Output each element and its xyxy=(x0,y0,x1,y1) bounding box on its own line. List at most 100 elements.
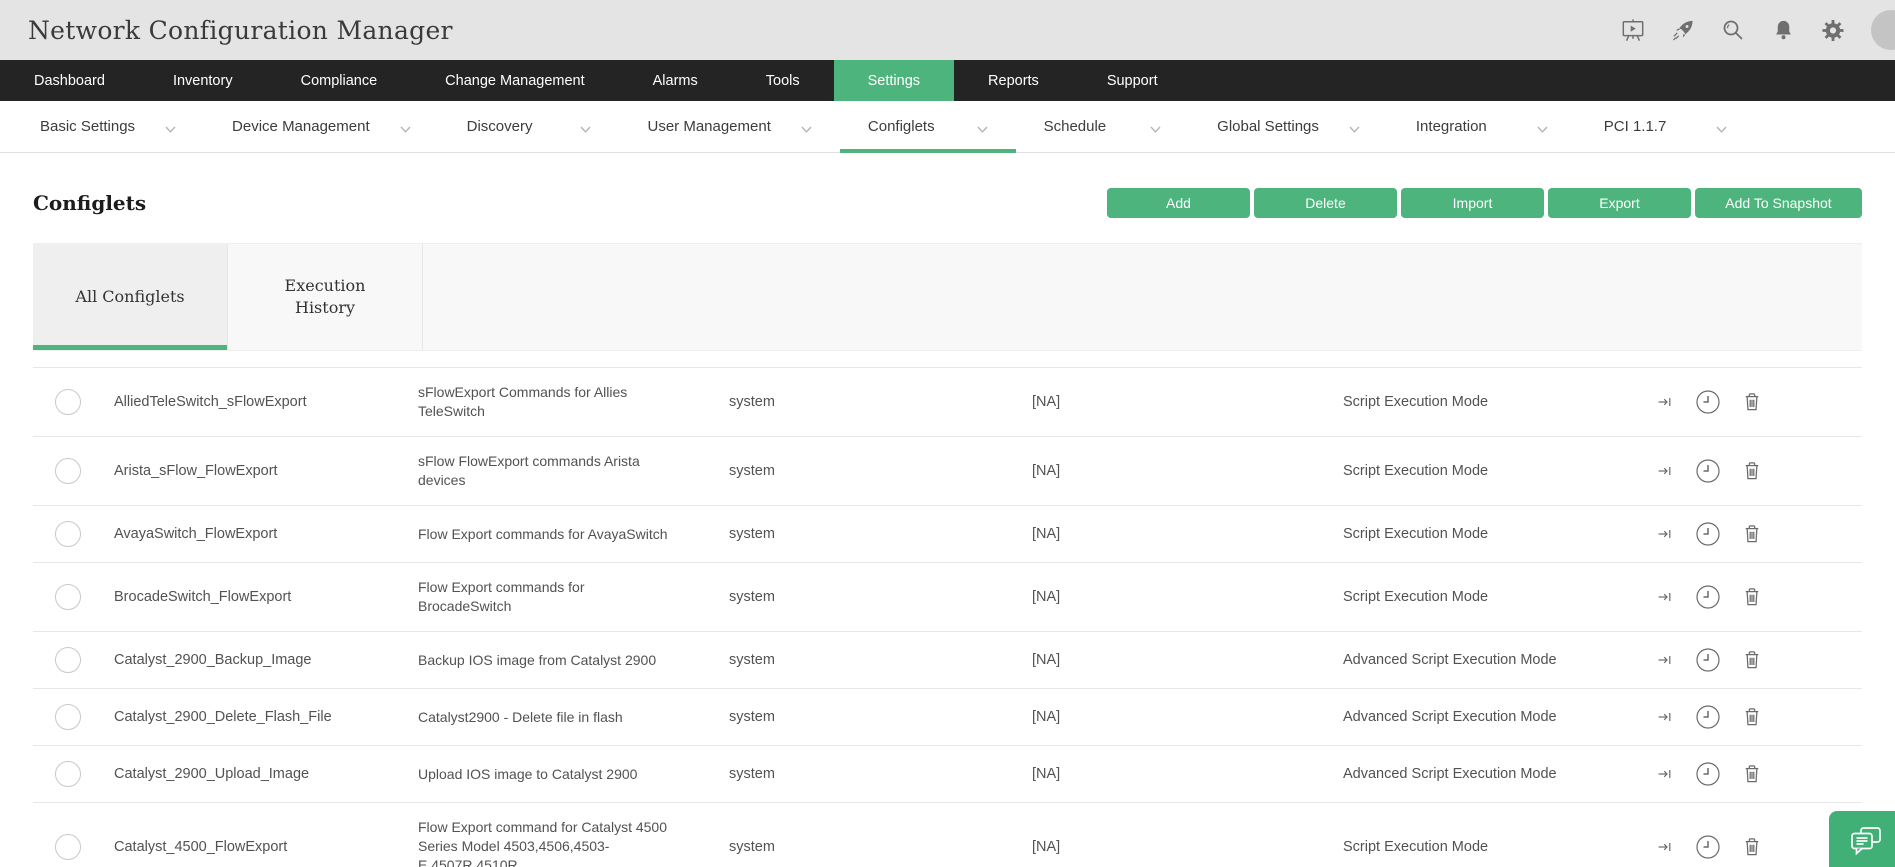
page-content: Configlets Add Delete Import Export Add … xyxy=(0,188,1895,867)
configlet-description: Catalyst2900 - Delete file in flash xyxy=(418,708,670,727)
configlet-name[interactable]: AvayaSwitch_FlowExport xyxy=(114,526,418,542)
configlet-name[interactable]: Catalyst_2900_Backup_Image xyxy=(114,652,418,668)
configlet-owner: system xyxy=(729,589,1032,605)
configlet-na: [NA] xyxy=(1032,839,1343,855)
add-to-snapshot-button[interactable]: Add To Snapshot xyxy=(1695,188,1862,218)
row-radio[interactable] xyxy=(55,704,81,730)
nav-tab-settings[interactable]: Settings xyxy=(834,60,954,101)
trash-icon[interactable] xyxy=(1743,587,1761,607)
clock-schedule-icon[interactable] xyxy=(1695,521,1721,547)
configlet-name[interactable]: Catalyst_4500_FlowExport xyxy=(114,839,418,855)
subnav-item-user-management[interactable]: User Management xyxy=(619,101,839,152)
subnav-item-schedule[interactable]: Schedule xyxy=(1016,101,1190,152)
trash-icon[interactable] xyxy=(1743,837,1761,857)
trash-icon[interactable] xyxy=(1743,524,1761,544)
search-icon[interactable] xyxy=(1721,18,1745,42)
configlet-name[interactable]: Catalyst_2900_Delete_Flash_File xyxy=(114,709,418,725)
configlet-name[interactable]: Arista_sFlow_FlowExport xyxy=(114,463,418,479)
push-to-device-icon[interactable] xyxy=(1657,766,1673,782)
header-icon-bar xyxy=(1621,10,1895,50)
tab-all-configlets[interactable]: All Configlets xyxy=(33,244,228,350)
configlet-na: [NA] xyxy=(1032,526,1343,542)
configlet-na: [NA] xyxy=(1032,394,1343,410)
subnav-item-discovery[interactable]: Discovery xyxy=(439,101,620,152)
subnav-item-pci[interactable]: PCI 1.1.7 xyxy=(1576,101,1756,152)
configlet-description: Flow Export commands for AvayaSwitch xyxy=(418,525,670,544)
rocket-icon[interactable] xyxy=(1671,18,1695,42)
row-radio[interactable] xyxy=(55,521,81,547)
trash-icon[interactable] xyxy=(1743,764,1761,784)
configlet-tabs: All Configlets Execution History xyxy=(33,243,1862,351)
page-head: Configlets Add Delete Import Export Add … xyxy=(33,188,1862,218)
gear-icon[interactable] xyxy=(1821,18,1845,42)
row-radio[interactable] xyxy=(55,389,81,415)
configlet-na: [NA] xyxy=(1032,589,1343,605)
subnav-item-global-settings[interactable]: Global Settings xyxy=(1189,101,1388,152)
clock-schedule-icon[interactable] xyxy=(1695,584,1721,610)
configlet-name[interactable]: BrocadeSwitch_FlowExport xyxy=(114,589,418,605)
row-radio[interactable] xyxy=(55,584,81,610)
clock-schedule-icon[interactable] xyxy=(1695,704,1721,730)
nav-tab-compliance[interactable]: Compliance xyxy=(267,60,412,101)
trash-icon[interactable] xyxy=(1743,461,1761,481)
configlet-description: Upload IOS image to Catalyst 2900 xyxy=(418,765,670,784)
nav-tab-support[interactable]: Support xyxy=(1073,60,1192,101)
nav-tab-dashboard[interactable]: Dashboard xyxy=(0,60,139,101)
push-to-device-icon[interactable] xyxy=(1657,839,1673,855)
page-title: Configlets xyxy=(33,191,146,215)
nav-tab-inventory[interactable]: Inventory xyxy=(139,60,267,101)
configlet-name[interactable]: Catalyst_2900_Upload_Image xyxy=(114,766,418,782)
push-to-device-icon[interactable] xyxy=(1657,652,1673,668)
clock-schedule-icon[interactable] xyxy=(1695,458,1721,484)
subnav-item-integration[interactable]: Integration xyxy=(1388,101,1576,152)
nav-tab-alarms[interactable]: Alarms xyxy=(619,60,732,101)
clock-schedule-icon[interactable] xyxy=(1695,761,1721,787)
execution-mode: Advanced Script Execution Mode xyxy=(1343,709,1645,725)
subnav-item-basic-settings[interactable]: Basic Settings xyxy=(12,101,204,152)
row-radio[interactable] xyxy=(55,834,81,860)
nav-tab-tools[interactable]: Tools xyxy=(732,60,834,101)
subnav-item-configlets[interactable]: Configlets xyxy=(840,101,1016,152)
configlet-description: sFlow FlowExport commands Arista devices xyxy=(418,452,670,490)
chat-widget-button[interactable] xyxy=(1829,811,1895,867)
push-to-device-icon[interactable] xyxy=(1657,463,1673,479)
presentation-play-icon[interactable] xyxy=(1621,18,1645,42)
import-button[interactable]: Import xyxy=(1401,188,1544,218)
configlet-description: Flow Export commands for BrocadeSwitch xyxy=(418,578,670,616)
table-row: AlliedTeleSwitch_sFlowExport sFlowExport… xyxy=(33,368,1862,437)
chevron-down-icon xyxy=(801,120,812,137)
bell-icon[interactable] xyxy=(1771,18,1795,42)
delete-button[interactable]: Delete xyxy=(1254,188,1397,218)
nav-tab-change-management[interactable]: Change Management xyxy=(411,60,618,101)
row-radio[interactable] xyxy=(55,761,81,787)
chevron-down-icon xyxy=(1716,120,1727,137)
app-title: Network Configuration Manager xyxy=(28,16,453,45)
user-avatar[interactable] xyxy=(1871,10,1895,50)
export-button[interactable]: Export xyxy=(1548,188,1691,218)
trash-icon[interactable] xyxy=(1743,650,1761,670)
row-radio[interactable] xyxy=(55,458,81,484)
configlet-description: sFlowExport Commands for Allies TeleSwit… xyxy=(418,383,670,421)
push-to-device-icon[interactable] xyxy=(1657,526,1673,542)
add-button[interactable]: Add xyxy=(1107,188,1250,218)
execution-mode: Advanced Script Execution Mode xyxy=(1343,766,1645,782)
clock-schedule-icon[interactable] xyxy=(1695,834,1721,860)
tab-execution-history[interactable]: Execution History xyxy=(228,244,423,350)
main-nav: Dashboard Inventory Compliance Change Ma… xyxy=(0,60,1895,101)
clock-schedule-icon[interactable] xyxy=(1695,647,1721,673)
configlet-na: [NA] xyxy=(1032,463,1343,479)
row-radio[interactable] xyxy=(55,647,81,673)
push-to-device-icon[interactable] xyxy=(1657,709,1673,725)
configlet-owner: system xyxy=(729,709,1032,725)
clock-schedule-icon[interactable] xyxy=(1695,389,1721,415)
subnav-item-device-management[interactable]: Device Management xyxy=(204,101,439,152)
configlet-na: [NA] xyxy=(1032,652,1343,668)
execution-mode: Script Execution Mode xyxy=(1343,394,1645,410)
push-to-device-icon[interactable] xyxy=(1657,394,1673,410)
trash-icon[interactable] xyxy=(1743,707,1761,727)
nav-tab-reports[interactable]: Reports xyxy=(954,60,1073,101)
trash-icon[interactable] xyxy=(1743,392,1761,412)
action-buttons: Add Delete Import Export Add To Snapshot xyxy=(1107,188,1862,218)
configlet-name[interactable]: AlliedTeleSwitch_sFlowExport xyxy=(114,394,418,410)
push-to-device-icon[interactable] xyxy=(1657,589,1673,605)
